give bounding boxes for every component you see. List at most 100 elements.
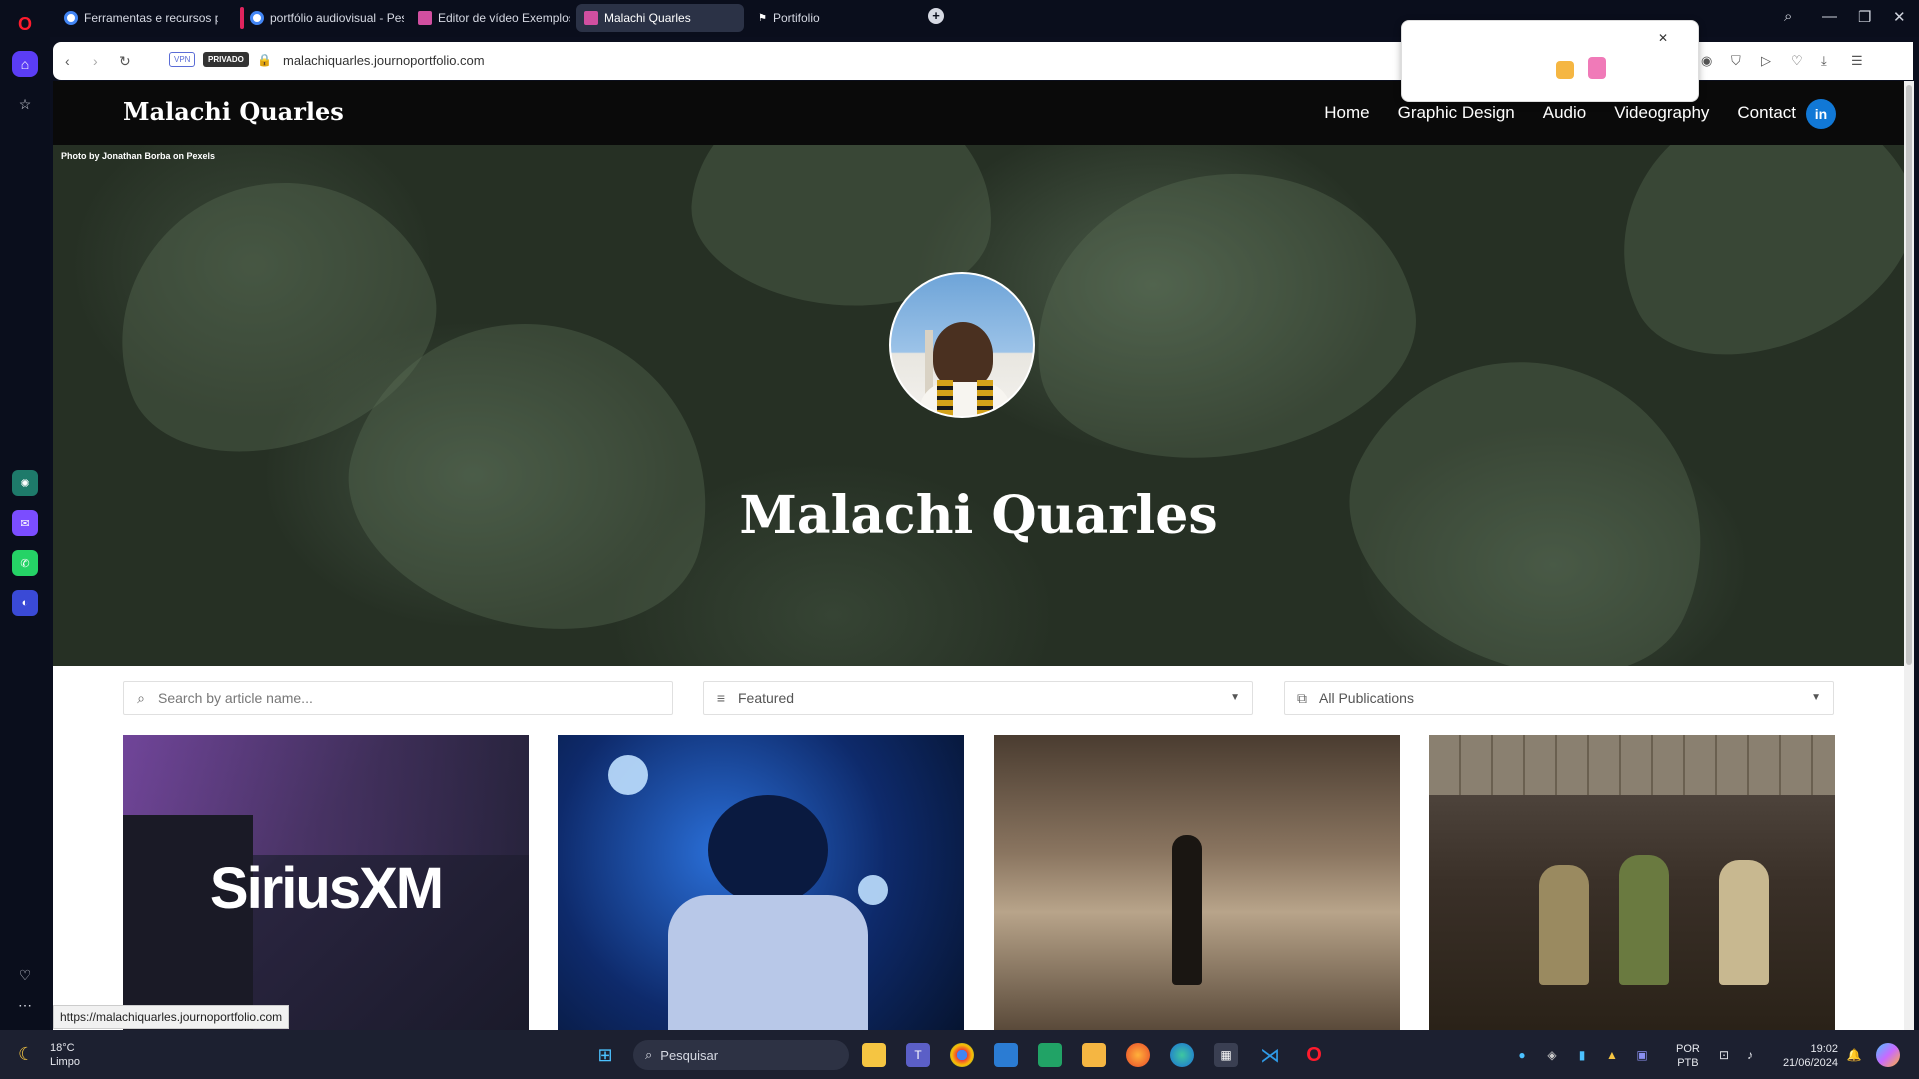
profile-avatar: [889, 272, 1035, 418]
minimize-button[interactable]: —: [1822, 8, 1837, 25]
tab-portfolio-audiovisual[interactable]: portfólio audiovisual - Pes: [232, 4, 404, 32]
person-shape: [1172, 835, 1202, 985]
shield-icon[interactable]: ⛉: [1731, 53, 1741, 69]
extension-popup: ✕: [1401, 20, 1699, 102]
tab-ferramentas[interactable]: Ferramentas e recursos pa: [56, 4, 218, 32]
close-icon[interactable]: ✕: [1658, 31, 1668, 45]
aria-icon[interactable]: ◐: [12, 590, 38, 616]
sort-icon: ≡: [716, 690, 726, 706]
tray-app-icon[interactable]: ▲: [1600, 1043, 1624, 1067]
scrollbar-thumb[interactable]: [1906, 85, 1912, 665]
cat-icon[interactable]: [1556, 61, 1574, 79]
tray-app-icon[interactable]: ▮: [1570, 1043, 1594, 1067]
head-shape: [933, 322, 993, 388]
shirt-shape: [919, 382, 1011, 416]
word-icon[interactable]: [994, 1043, 1018, 1067]
notification-icon[interactable]: 🔔: [1842, 1043, 1866, 1067]
tray-app-icon[interactable]: ●: [1510, 1043, 1534, 1067]
tank-top-shape: [668, 895, 868, 1030]
download-icon[interactable]: ⤓: [1821, 53, 1827, 69]
musician-shape: [1539, 865, 1589, 985]
search-input[interactable]: ⌕ Search by article name...: [123, 681, 673, 715]
opera-logo-icon[interactable]: O: [12, 11, 38, 37]
search-icon: ⌕: [137, 689, 145, 706]
more-icon[interactable]: ⋯: [12, 992, 38, 1018]
docs-icon[interactable]: [1082, 1043, 1106, 1067]
article-card-band[interactable]: [1429, 735, 1835, 1030]
page-scrollbar[interactable]: [1904, 81, 1914, 1030]
calculator-icon[interactable]: ▦: [1214, 1043, 1238, 1067]
stole-left: [937, 380, 953, 416]
status-url-tooltip: https://malachiquarles.journoportfolio.c…: [53, 1005, 290, 1029]
nav-contact[interactable]: Contact: [1737, 103, 1796, 123]
search-tabs-icon[interactable]: ⌕: [1784, 8, 1792, 25]
send-icon[interactable]: ▷: [1761, 53, 1771, 69]
linkedin-icon[interactable]: in: [1806, 99, 1836, 129]
whatsapp-icon[interactable]: ✆: [12, 550, 38, 576]
forward-icon[interactable]: ›: [93, 53, 98, 69]
leaf-shape: [1576, 145, 1904, 398]
excel-icon[interactable]: [1038, 1043, 1062, 1067]
reload-icon[interactable]: ↻: [119, 53, 131, 70]
weather-widget[interactable]: 18°C Limpo: [50, 1041, 80, 1069]
windows-start-icon[interactable]: ⊞: [593, 1043, 617, 1067]
head-shape: [708, 795, 828, 905]
shapes-icon: ⧉: [1297, 689, 1307, 706]
photo-credit[interactable]: Photo by Jonathan Borba on Pexels: [61, 151, 215, 161]
leaf-shape: [1011, 145, 1435, 486]
web-page: Malachi Quarles Home Graphic Design Audi…: [53, 81, 1904, 1030]
opera-icon[interactable]: O: [1302, 1043, 1326, 1067]
tab-group-marker: [240, 7, 244, 29]
new-tab-button[interactable]: +: [928, 8, 944, 24]
article-card-street[interactable]: [994, 735, 1400, 1030]
browser-sidebar: O ⌂ ☆ ✺ ✉ ✆ ◐ ♡ ⋯: [0, 14, 50, 1030]
home-icon[interactable]: ⌂: [12, 51, 38, 77]
tray-app-icon[interactable]: ▣: [1630, 1043, 1654, 1067]
volume-icon[interactable]: ♪: [1738, 1043, 1762, 1067]
favorites-icon[interactable]: ♡: [12, 962, 38, 988]
edge-icon[interactable]: [1170, 1043, 1194, 1067]
network-icon[interactable]: ⊡: [1712, 1043, 1736, 1067]
nav-videography[interactable]: Videography: [1614, 103, 1709, 123]
vpn-badge[interactable]: VPN: [169, 52, 196, 67]
url-field[interactable]: malachiquarles.journoportfolio.com: [283, 53, 485, 68]
publication-select[interactable]: ⧉ All Publications ▼: [1284, 681, 1834, 715]
chevron-down-icon: ▼: [1230, 692, 1240, 703]
chrome-icon[interactable]: [950, 1043, 974, 1067]
camera-icon[interactable]: ◉: [1701, 53, 1712, 69]
messenger-icon[interactable]: ✉: [12, 510, 38, 536]
vscode-icon[interactable]: ⋊: [1258, 1043, 1282, 1067]
article-card-siriusxm[interactable]: SiriusXM: [123, 735, 529, 1030]
file-explorer-icon[interactable]: [862, 1043, 886, 1067]
hero-banner: Photo by Jonathan Borba on Pexels Malach…: [53, 145, 1904, 666]
tab-malachi-quarles[interactable]: Malachi Quarles: [576, 4, 744, 32]
nav-audio[interactable]: Audio: [1543, 103, 1586, 123]
copilot-icon[interactable]: [1876, 1043, 1900, 1067]
language-indicator[interactable]: POR PTB: [1676, 1042, 1700, 1070]
tab-editor-video[interactable]: Editor de vídeo Exemplos: [410, 4, 570, 32]
lock-icon[interactable]: 🔒: [257, 53, 272, 67]
musician-shape: [1719, 860, 1769, 985]
back-icon[interactable]: ‹: [65, 53, 70, 69]
article-card-singer[interactable]: [558, 735, 964, 1030]
pen-icon: [584, 11, 598, 25]
site-brand[interactable]: Malachi Quarles: [123, 97, 344, 126]
teams-icon[interactable]: T: [906, 1043, 930, 1067]
menu-icon[interactable]: ☰: [1851, 53, 1863, 69]
heart-icon[interactable]: ♡: [1791, 53, 1803, 69]
nav-home[interactable]: Home: [1324, 103, 1369, 123]
chatgpt-icon[interactable]: ✺: [12, 470, 38, 496]
search-icon: ⌕: [645, 1047, 653, 1062]
bookmarks-icon[interactable]: ☆: [12, 91, 38, 117]
mixing-desk-shape: [123, 815, 253, 1030]
clock[interactable]: 19:02 21/06/2024: [1774, 1042, 1838, 1070]
restore-button[interactable]: ❐: [1858, 8, 1871, 26]
nav-graphic-design[interactable]: Graphic Design: [1398, 103, 1515, 123]
cat-icon[interactable]: [1588, 57, 1606, 79]
taskbar-search[interactable]: ⌕ Pesquisar: [633, 1040, 849, 1070]
close-window-button[interactable]: ✕: [1893, 8, 1906, 26]
tab-portifolio[interactable]: ⚑ Portifolio: [750, 4, 890, 32]
tray-app-icon[interactable]: ◈: [1540, 1043, 1564, 1067]
sort-select[interactable]: ≡ Featured ▼: [703, 681, 1253, 715]
firefox-icon[interactable]: [1126, 1043, 1150, 1067]
